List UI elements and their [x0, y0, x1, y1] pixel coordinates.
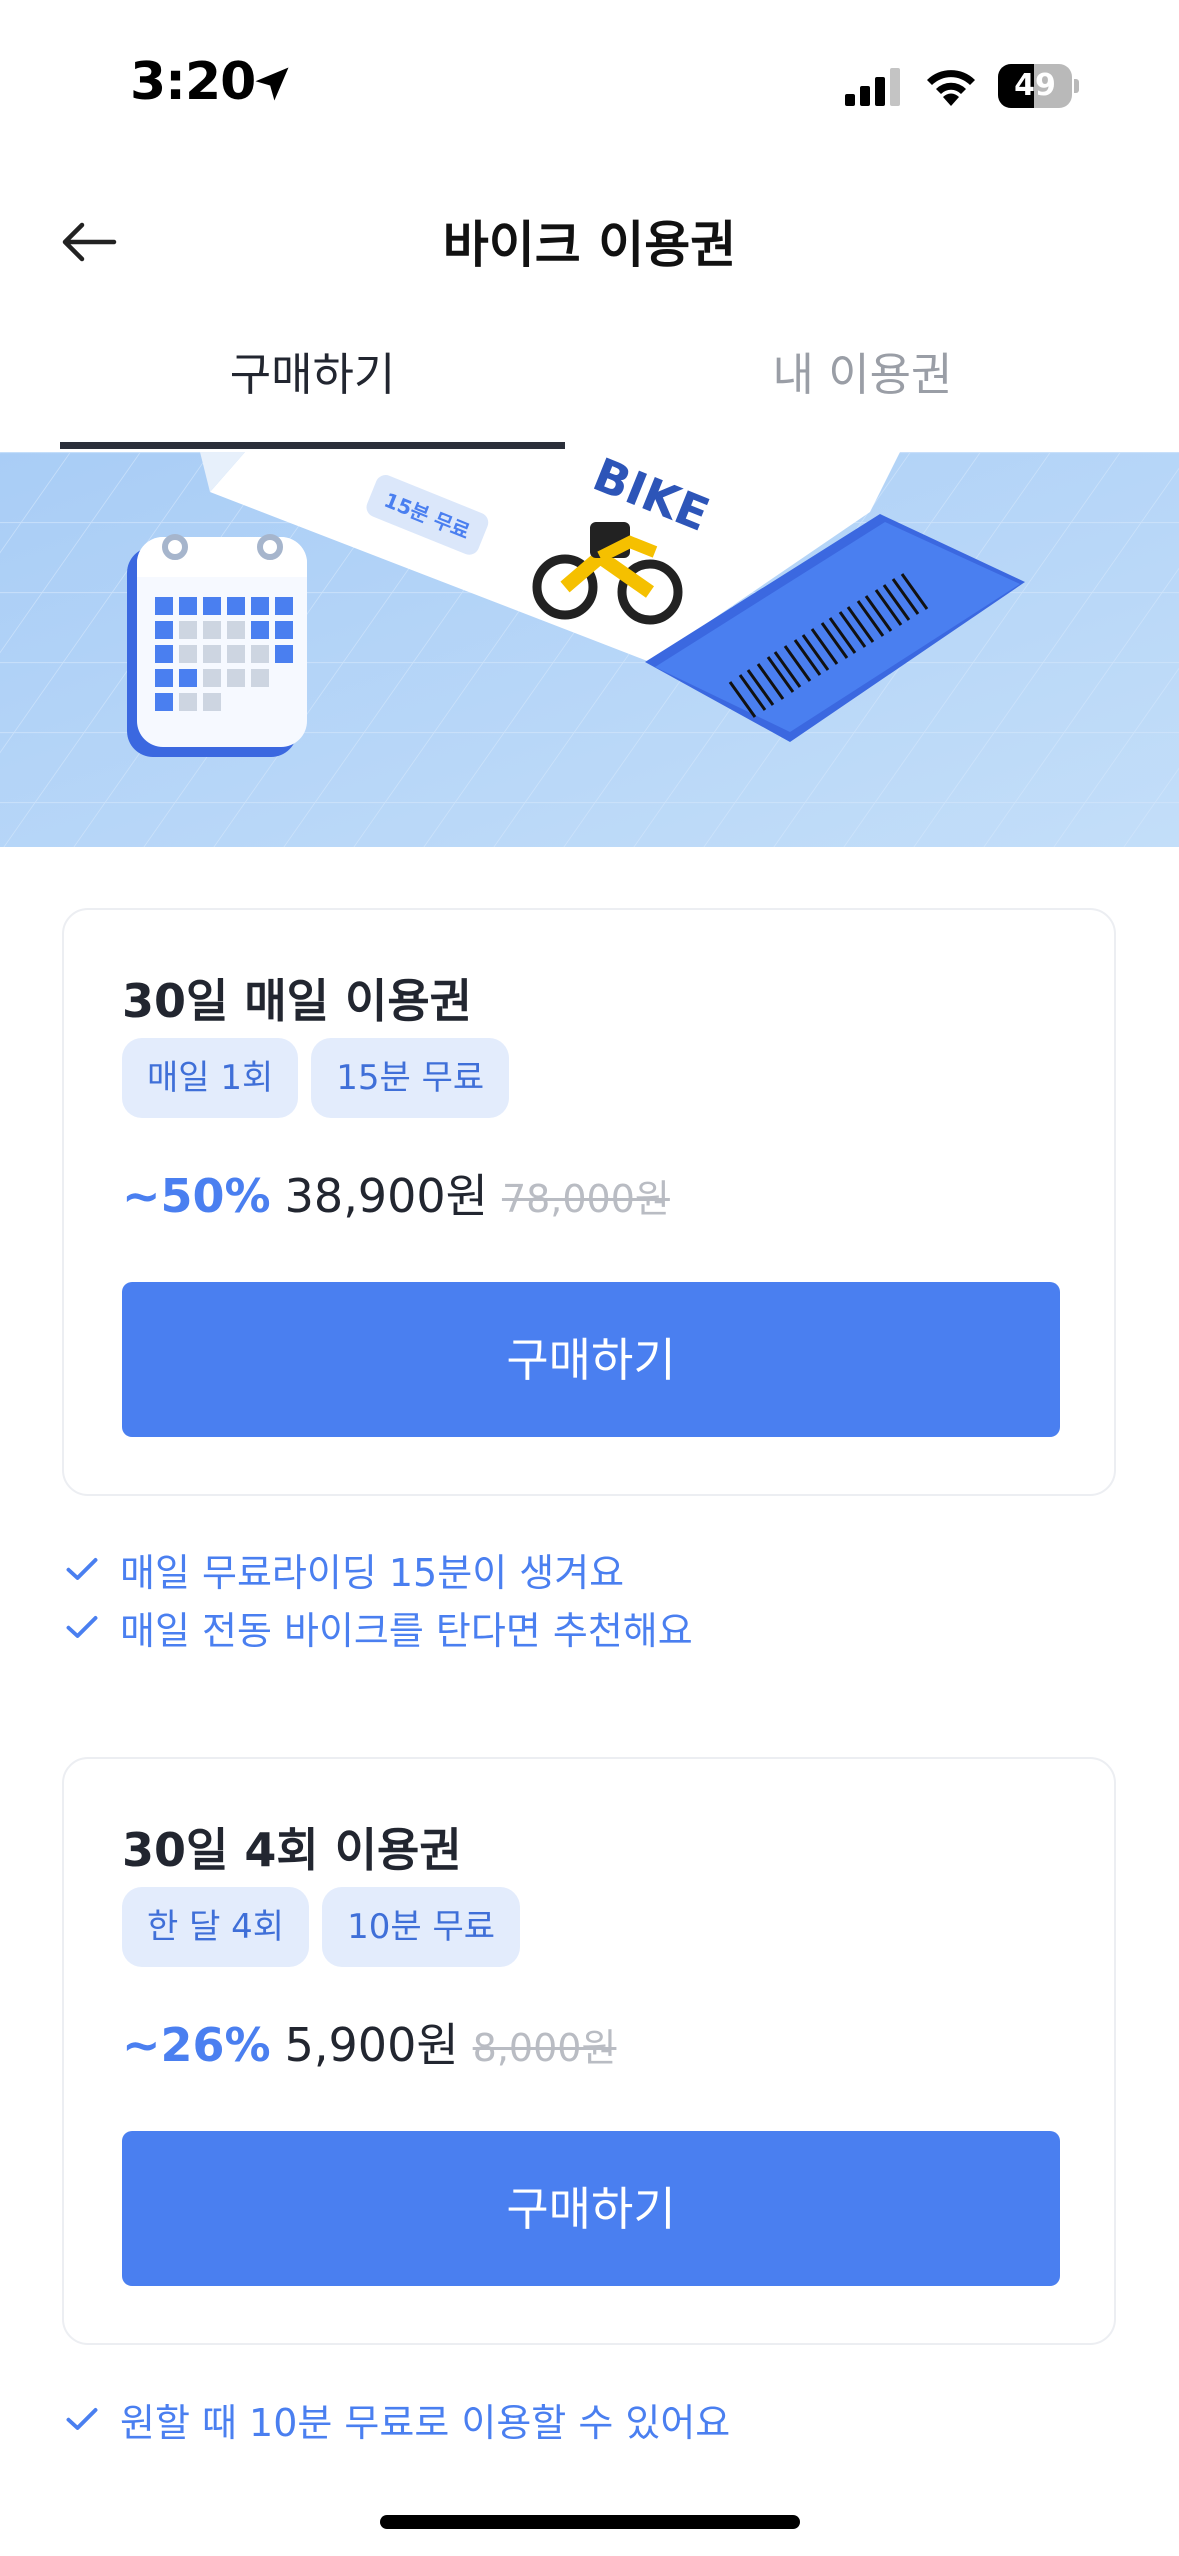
price-row: ~26% 5,900원 8,000원: [122, 2009, 616, 2075]
pass-badge: 매일 1회: [122, 1038, 299, 1118]
calendar-icon: [127, 534, 307, 757]
purchase-button[interactable]: 구매하기: [122, 1282, 1060, 1437]
check-icon: [66, 2408, 98, 2430]
pass-benefits: 매일 무료라이딩 15분이 생겨요 매일 전동 바이크를 탄다면 추천해요: [64, 1540, 693, 1656]
discount-rate: ~50%: [122, 1169, 271, 1223]
price-row: ~50% 38,900원 78,000원: [122, 1160, 670, 1226]
wifi-icon: [927, 70, 975, 106]
battery-indicator: 49: [998, 64, 1079, 108]
benefit-item: 매일 무료라이딩 15분이 생겨요: [64, 1540, 693, 1598]
home-indicator: [380, 2515, 800, 2529]
pass-badge: 한 달 4회: [122, 1887, 310, 1967]
benefit-item: 매일 전동 바이크를 탄다면 추천해요: [64, 1598, 693, 1656]
pass-badges: 매일 1회 15분 무료: [122, 1038, 510, 1118]
purchase-button[interactable]: 구매하기: [122, 2131, 1060, 2286]
tab-bar: 구매하기 내 이용권: [0, 330, 1179, 452]
pass-badge: 15분 무료: [311, 1038, 510, 1118]
discount-rate: ~26%: [122, 2018, 271, 2072]
pass-card-30day-4times: 30일 4회 이용권 한 달 4회 10분 무료 ~26% 5,900원 8,0…: [62, 1757, 1116, 2345]
original-price: 78,000원: [501, 1177, 670, 1221]
pass-title: 30일 매일 이용권: [122, 974, 472, 1028]
sale-price: 5,900원: [284, 2018, 459, 2072]
status-bar: 3:20 49: [0, 0, 1179, 170]
check-icon: [66, 1616, 98, 1638]
pass-badges: 한 달 4회 10분 무료: [122, 1887, 521, 1967]
tab-my-passes[interactable]: 내 이용권: [610, 330, 1115, 448]
banner-illustration: 15분 무료 BIKE: [0, 452, 1179, 847]
status-time: 3:20: [130, 52, 256, 112]
tab-purchase[interactable]: 구매하기: [60, 330, 565, 448]
promo-banner: 15분 무료 BIKE: [0, 452, 1179, 847]
benefit-text: 원할 때 10분 무료로 이용할 수 있어요: [120, 2400, 731, 2445]
benefit-text: 매일 무료라이딩 15분이 생겨요: [120, 1550, 625, 1595]
battery-percent: 49: [1014, 68, 1056, 103]
location-arrow-icon: [255, 67, 289, 101]
pass-benefits: 원할 때 10분 무료로 이용할 수 있어요: [64, 2390, 730, 2448]
benefit-item: 원할 때 10분 무료로 이용할 수 있어요: [64, 2390, 730, 2448]
page-title: 바이크 이용권: [442, 216, 737, 274]
pass-title: 30일 4회 이용권: [122, 1823, 462, 1877]
sale-price: 38,900원: [284, 1169, 488, 1223]
cellular-signal-icon: [845, 68, 900, 106]
pass-badge: 10분 무료: [322, 1887, 521, 1967]
active-tab-indicator: [60, 442, 565, 449]
check-icon: [66, 1558, 98, 1580]
original-price: 8,000원: [472, 2026, 617, 2070]
benefit-text: 매일 전동 바이크를 탄다면 추천해요: [120, 1608, 693, 1653]
pass-card-30day-daily: 30일 매일 이용권 매일 1회 15분 무료 ~50% 38,900원 78,…: [62, 908, 1116, 1496]
